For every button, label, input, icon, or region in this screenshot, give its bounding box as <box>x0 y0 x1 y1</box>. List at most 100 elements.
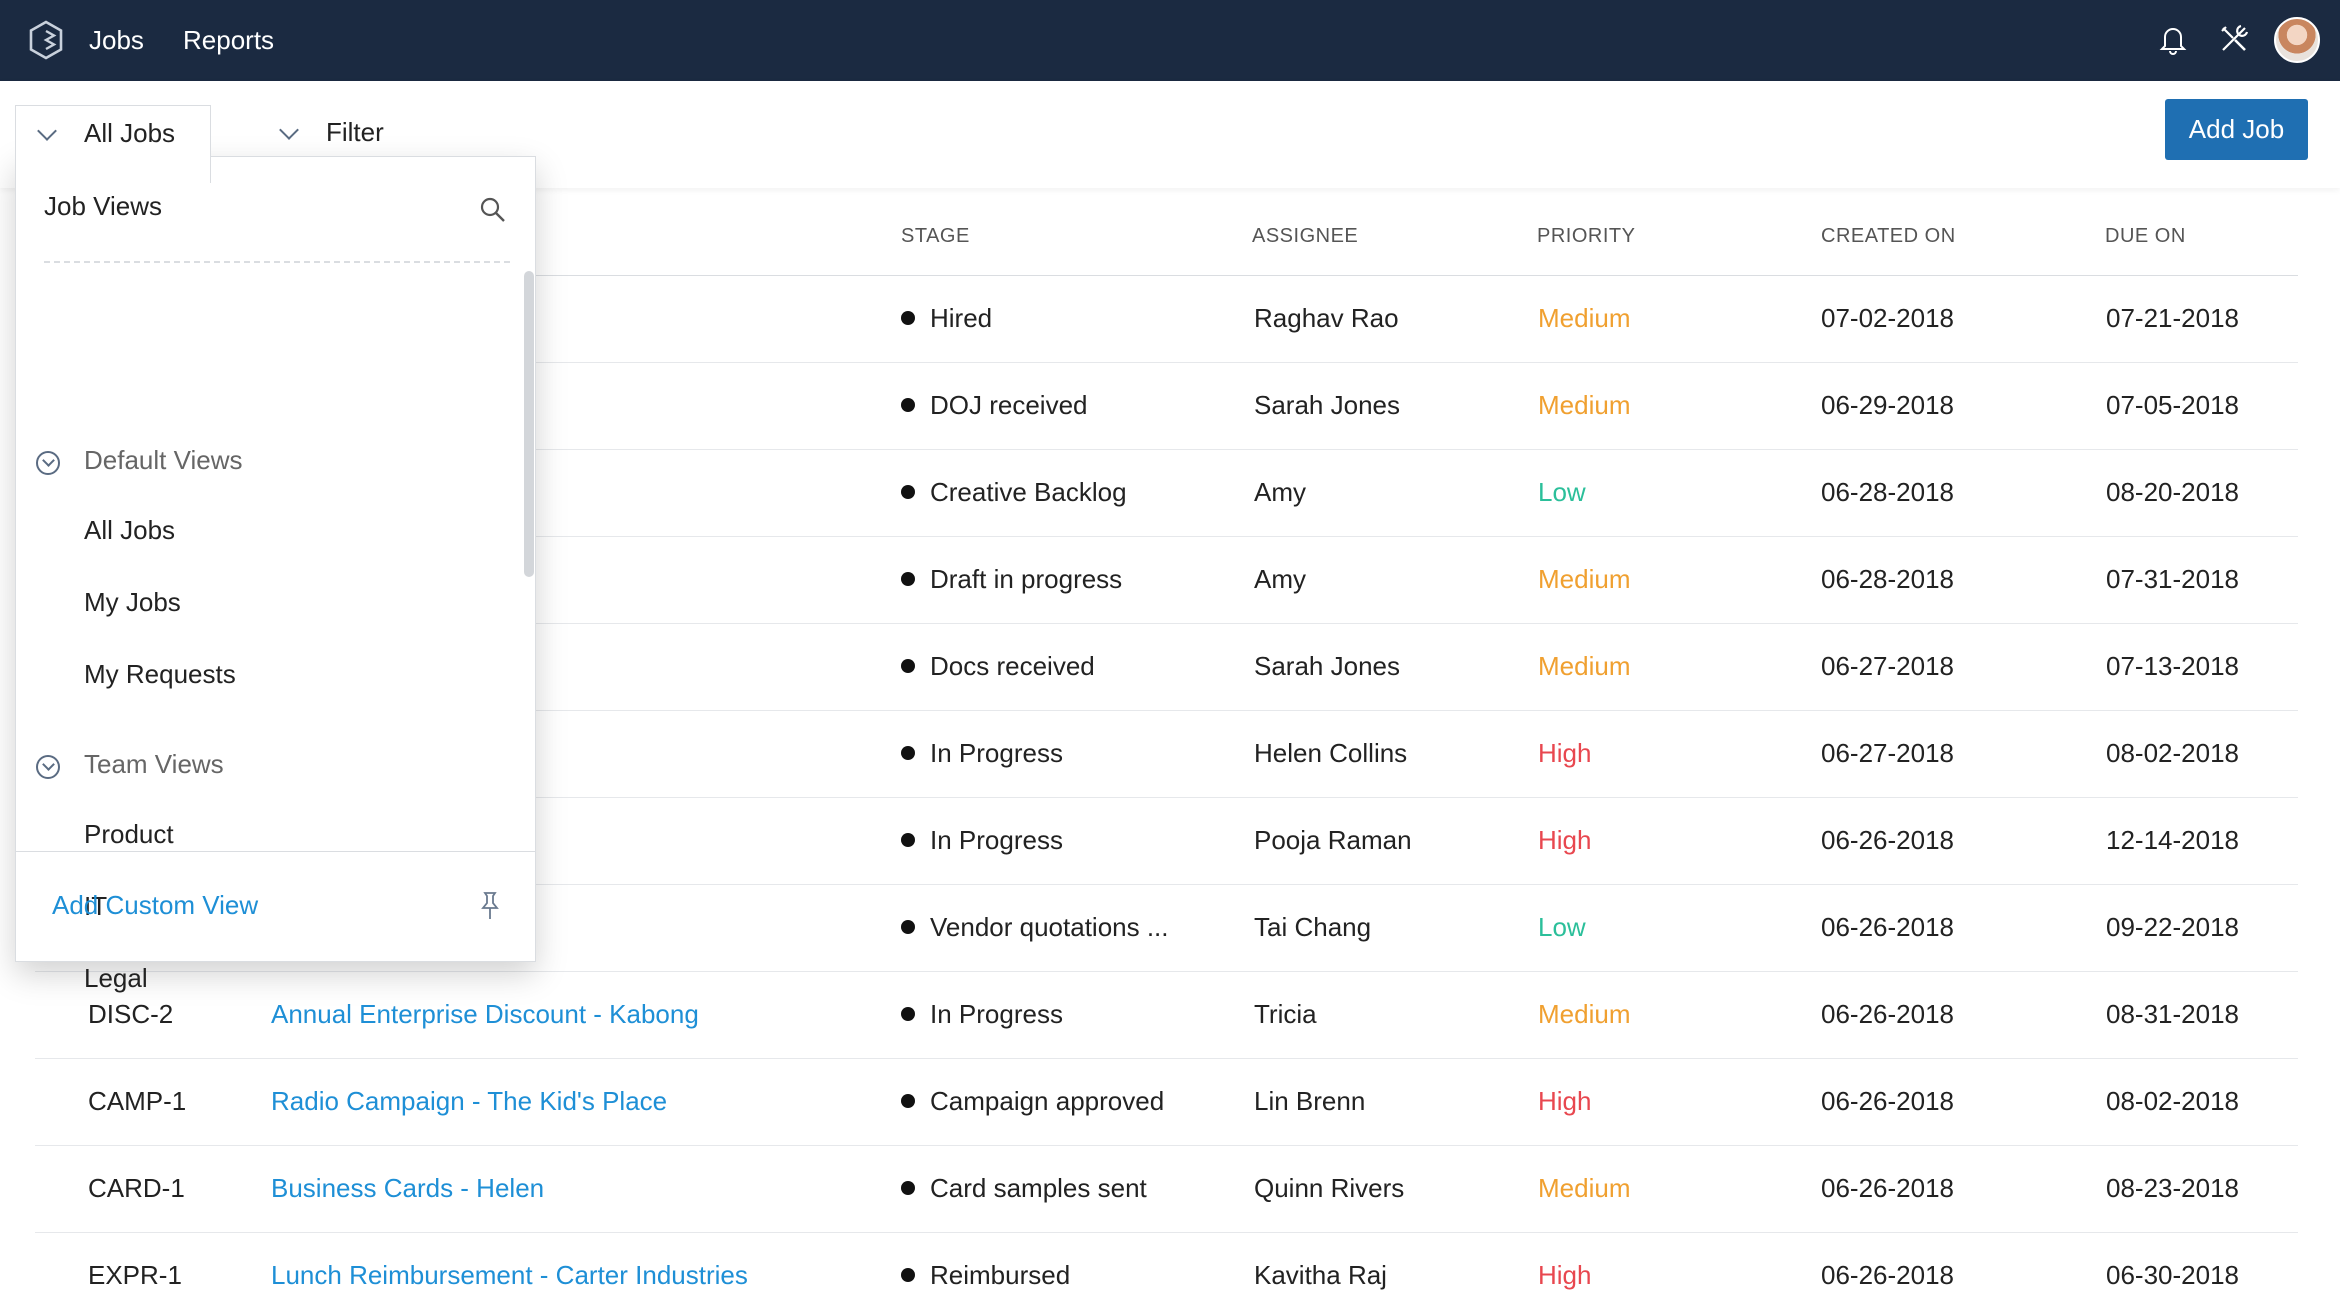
job-stage: Creative Backlog <box>901 477 1127 508</box>
job-created-on: 06-26-2018 <box>1821 999 1954 1029</box>
stage-dot-icon <box>901 572 915 587</box>
avatar[interactable] <box>2274 17 2320 63</box>
stage-dot-icon <box>901 1094 915 1109</box>
job-stage-label: In Progress <box>930 999 1063 1029</box>
job-created-on: 06-28-2018 <box>1821 564 1954 594</box>
job-name-link[interactable]: Radio Campaign - The Kid's Place <box>271 1086 667 1117</box>
job-assignee: Amy <box>1254 564 1306 594</box>
job-assignee: Tricia <box>1254 999 1317 1029</box>
job-created-on: 06-26-2018 <box>1821 1086 1954 1116</box>
column-header-due-on[interactable]: DUE ON <box>2105 225 2186 248</box>
view-selector-tab[interactable]: All Jobs <box>15 105 211 183</box>
collapse-icon <box>36 755 60 779</box>
table-row[interactable]: EXPR-1 Lunch Reimbursement - Carter Indus… <box>35 1233 2298 1307</box>
view-item-product[interactable]: Product <box>84 819 174 850</box>
job-priority: Medium <box>1538 999 1631 1029</box>
job-due-on: 07-31-2018 <box>2106 564 2239 594</box>
job-id: CARD-1 <box>88 1173 185 1203</box>
nav-reports[interactable]: Reports <box>183 0 274 81</box>
job-created-on: 06-26-2018 <box>1821 825 1954 855</box>
column-header-assignee[interactable]: ASSIGNEE <box>1252 225 1358 248</box>
job-assignee: Kavitha Raj <box>1254 1260 1387 1290</box>
pin-icon[interactable] <box>476 890 504 922</box>
job-stage-label: In Progress <box>930 825 1063 855</box>
add-job-button[interactable]: Add Job <box>2165 99 2308 160</box>
search-icon[interactable] <box>478 195 508 225</box>
collapse-icon <box>36 451 60 475</box>
job-stage: Reimbursed <box>901 1260 1070 1291</box>
dropdown-footer: Add Custom View <box>16 851 535 961</box>
bell-icon[interactable] <box>2156 22 2190 56</box>
view-item-my-requests[interactable]: My Requests <box>84 659 236 690</box>
job-due-on: 07-21-2018 <box>2106 303 2239 333</box>
table-row[interactable]: DISC-2 Annual Enterprise Discount - Kabon… <box>35 972 2298 1059</box>
job-id: EXPR-1 <box>88 1260 182 1290</box>
view-item-legal[interactable]: Legal <box>84 963 148 994</box>
job-created-on: 07-02-2018 <box>1821 303 1954 333</box>
job-stage: Hired <box>901 303 992 334</box>
job-due-on: 08-02-2018 <box>2106 738 2239 768</box>
chevron-down-icon <box>37 121 57 141</box>
job-assignee: Sarah Jones <box>1254 651 1400 681</box>
job-stage-label: Campaign approved <box>930 1086 1165 1116</box>
stage-dot-icon <box>901 1268 915 1283</box>
view-item-my-jobs[interactable]: My Jobs <box>84 587 181 618</box>
add-custom-view-link[interactable]: Add Custom View <box>52 890 258 921</box>
job-created-on: 06-26-2018 <box>1821 1173 1954 1203</box>
tools-icon[interactable] <box>2217 22 2251 56</box>
stage-dot-icon <box>901 746 915 761</box>
column-header-stage[interactable]: STAGE <box>901 225 970 248</box>
job-created-on: 06-28-2018 <box>1821 477 1954 507</box>
stage-dot-icon <box>901 485 915 500</box>
job-stage: DOJ received <box>901 390 1088 421</box>
job-stage: Docs received <box>901 651 1095 682</box>
job-priority: Medium <box>1538 303 1631 333</box>
job-stage-label: Creative Backlog <box>930 477 1127 507</box>
job-stage: Draft in progress <box>901 564 1122 595</box>
job-priority: High <box>1538 1260 1592 1290</box>
job-name-link[interactable]: Business Cards - Helen <box>271 1173 544 1204</box>
job-due-on: 08-23-2018 <box>2106 1173 2239 1203</box>
job-assignee: Quinn Rivers <box>1254 1173 1405 1203</box>
stage-dot-icon <box>901 1007 915 1022</box>
job-created-on: 06-26-2018 <box>1821 912 1954 942</box>
divider <box>44 261 510 263</box>
table-row[interactable]: CARD-1 Business Cards - Helen Card samples… <box>35 1146 2298 1233</box>
stage-dot-icon <box>901 659 915 674</box>
view-item-all-jobs[interactable]: All Jobs <box>84 515 175 546</box>
job-due-on: 07-13-2018 <box>2106 651 2239 681</box>
job-stage: In Progress <box>901 999 1063 1030</box>
stage-dot-icon <box>901 311 915 326</box>
column-header-created-on[interactable]: CREATED ON <box>1821 225 1956 248</box>
job-priority: Low <box>1538 477 1586 507</box>
column-header-priority[interactable]: PRIORITY <box>1537 225 1635 248</box>
job-created-on: 06-29-2018 <box>1821 390 1954 420</box>
stage-dot-icon <box>901 920 915 935</box>
table-row[interactable]: CAMP-1 Radio Campaign - The Kid's Place Ca… <box>35 1059 2298 1146</box>
job-assignee: Tai Chang <box>1254 912 1372 942</box>
nav-jobs[interactable]: Jobs <box>89 0 144 81</box>
job-priority: Low <box>1538 912 1586 942</box>
job-id: DISC-2 <box>88 999 174 1029</box>
dropdown-title: Job Views <box>44 191 163 221</box>
job-stage-label: Hired <box>930 303 993 333</box>
job-name-link[interactable]: Annual Enterprise Discount - Kabong <box>271 999 699 1030</box>
job-created-on: 06-27-2018 <box>1821 738 1954 768</box>
dropdown-scrollbar[interactable] <box>524 271 534 577</box>
job-stage: In Progress <box>901 825 1063 856</box>
job-assignee: Raghav Rao <box>1254 303 1399 333</box>
job-assignee: Lin Brenn <box>1254 1086 1366 1116</box>
logo-icon[interactable] <box>28 20 64 60</box>
stage-dot-icon <box>901 398 915 413</box>
job-id: CAMP-1 <box>88 1086 187 1116</box>
job-stage-label: Reimbursed <box>930 1260 1071 1290</box>
job-stage-label: In Progress <box>930 738 1063 768</box>
stage-dot-icon <box>901 833 915 848</box>
job-name-link[interactable]: Lunch Reimbursement - Carter Industries <box>271 1260 748 1291</box>
job-due-on: 07-05-2018 <box>2106 390 2239 420</box>
job-stage-label: Card samples sent <box>930 1173 1147 1203</box>
job-due-on: 08-31-2018 <box>2106 999 2239 1029</box>
job-assignee: Helen Collins <box>1254 738 1408 768</box>
job-assignee: Sarah Jones <box>1254 390 1400 420</box>
job-stage: In Progress <box>901 738 1063 769</box>
